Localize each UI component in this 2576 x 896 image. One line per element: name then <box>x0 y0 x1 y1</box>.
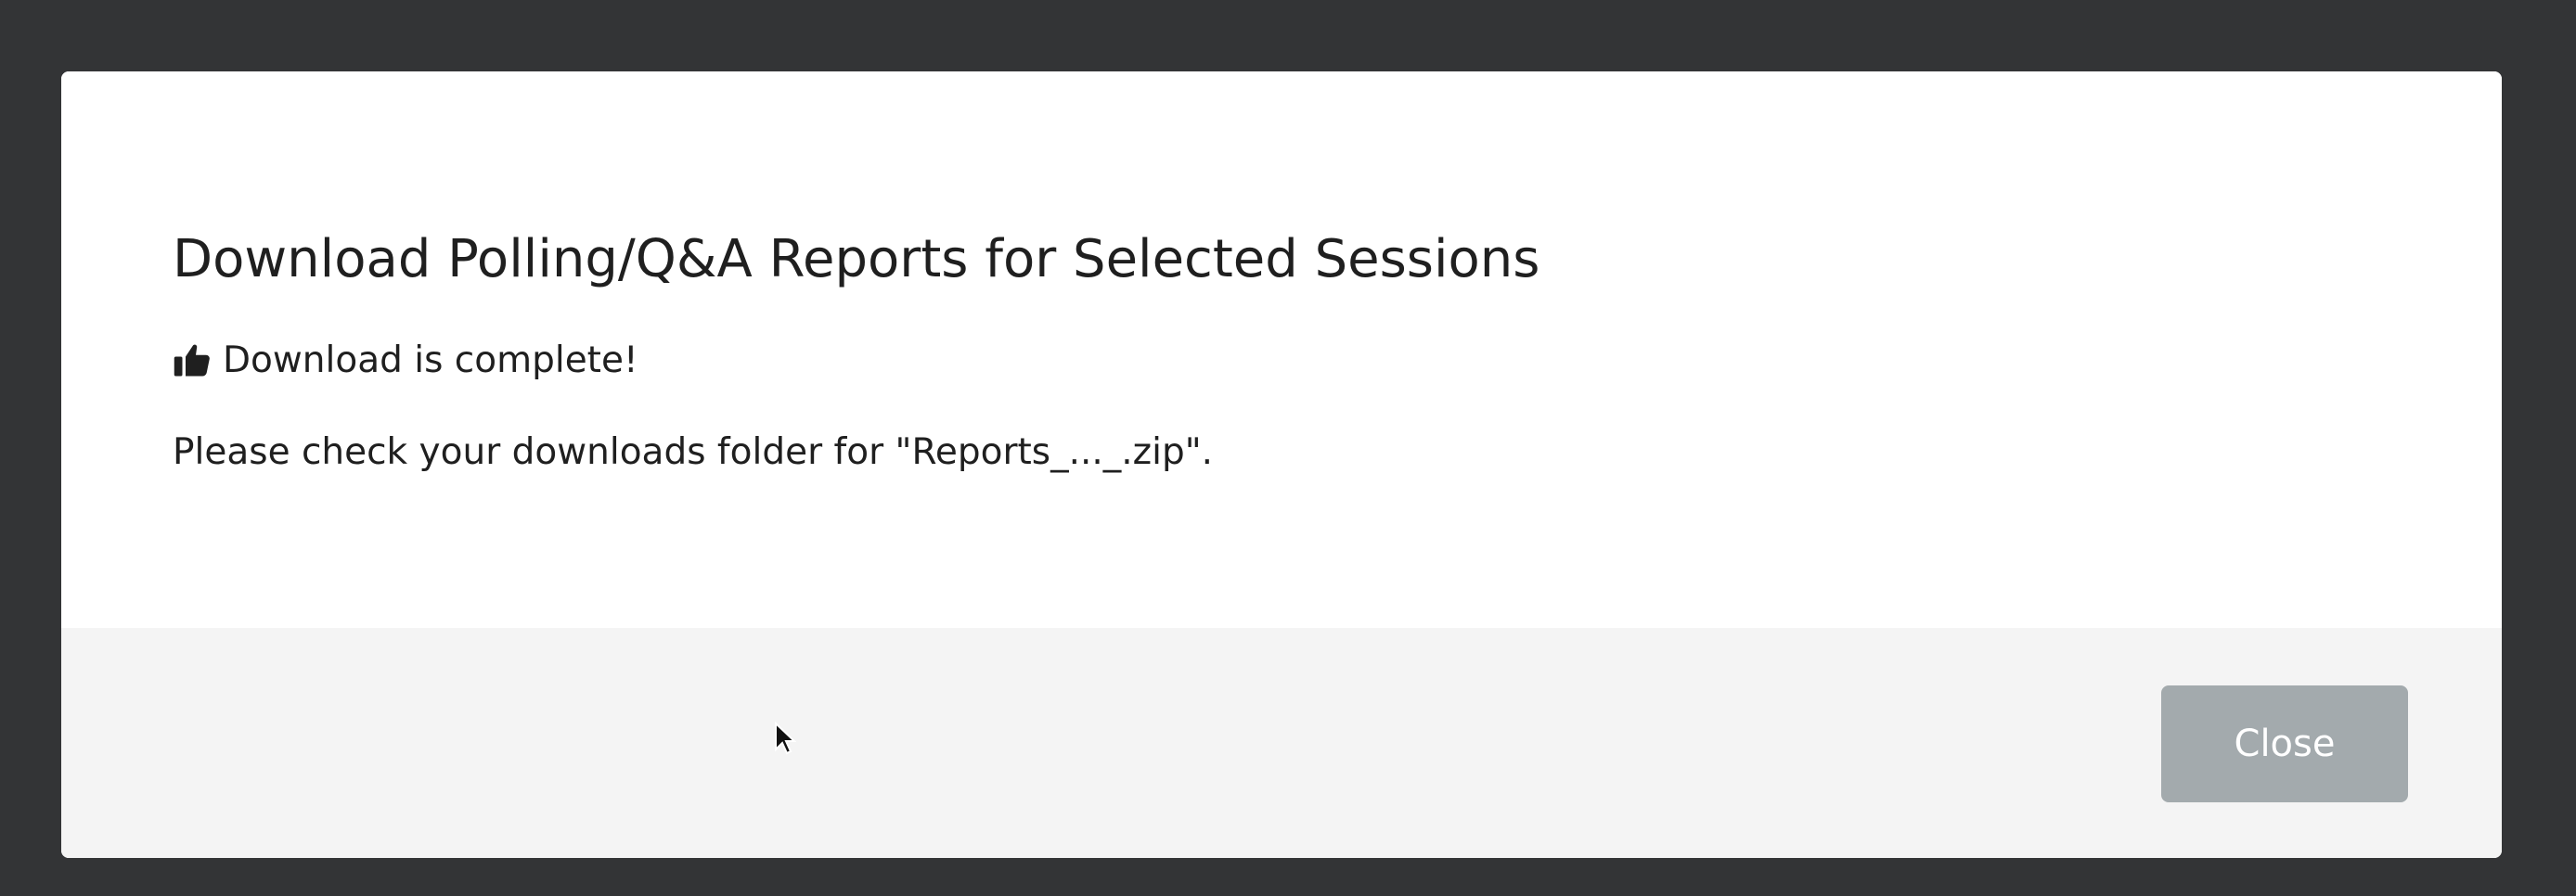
thumbs-up-icon <box>174 344 210 377</box>
download-status-text: Download is complete! <box>223 339 638 381</box>
download-reports-dialog: Download Polling/Q&A Reports for Selecte… <box>61 71 2502 858</box>
dialog-body: Download Polling/Q&A Reports for Selecte… <box>61 71 2502 628</box>
download-status: Download is complete! <box>173 337 638 383</box>
dialog-title: Download Polling/Q&A Reports for Selecte… <box>173 229 1540 289</box>
mouse-pointer-icon <box>775 722 796 755</box>
downloads-folder-message: Please check your downloads folder for "… <box>173 431 1214 473</box>
close-button[interactable]: Close <box>2161 685 2408 802</box>
dialog-footer: Close <box>61 628 2502 858</box>
